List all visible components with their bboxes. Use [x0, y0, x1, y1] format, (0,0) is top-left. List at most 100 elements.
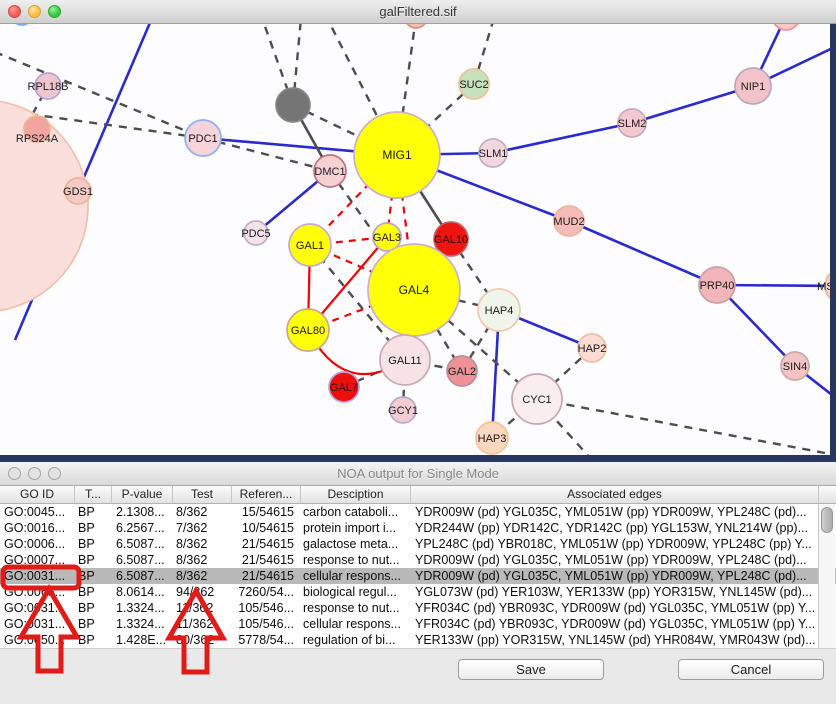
- cell-test: 11/362: [173, 616, 232, 632]
- network-canvas[interactable]: RPL18BRPS24AGDS1PDC1DMC1MIG1SUC2SLM1SLM2…: [0, 24, 836, 455]
- node-label-GCY1: GCY1: [388, 405, 418, 417]
- cell-description: cellular respons...: [301, 616, 411, 632]
- cell-type: BP: [75, 504, 112, 520]
- cell-test: 8/362: [173, 552, 232, 568]
- cell-go_id: GO:0006...: [0, 536, 75, 552]
- node-label-RPS24A: RPS24A: [16, 133, 59, 145]
- edge-SLM2-NIP1: [632, 86, 753, 123]
- edge-a1-GDS1: [78, 24, 152, 191]
- node-label-HAP4: HAP4: [485, 305, 514, 317]
- edge-SLM1-SLM2: [493, 123, 632, 153]
- cell-reference: 21/54615: [232, 552, 301, 568]
- node-label-GAL80: GAL80: [291, 325, 325, 337]
- header-scroll-corner: [819, 486, 836, 503]
- vertical-scrollbar[interactable]: [818, 504, 835, 648]
- node-label-PDC5: PDC5: [241, 228, 270, 240]
- node-label-SUC2: SUC2: [459, 79, 488, 91]
- network-window: galFiltered.sif RPL18BRPS24AGDS1PDC1DMC1…: [0, 0, 836, 460]
- cell-p_value: 1.3324...: [112, 600, 173, 616]
- cell-reference: 105/546...: [232, 616, 301, 632]
- cell-description: galactose meta...: [301, 536, 411, 552]
- cell-go_id: GO:0045...: [0, 504, 75, 520]
- column-header-associatededges[interactable]: Associated edges: [411, 486, 819, 503]
- node-label-DMC1: DMC1: [314, 166, 345, 178]
- cell-edges: YFR034C (pd) YBR093C, YDR009W (pd) YGL03…: [411, 600, 818, 616]
- cell-type: BP: [75, 584, 112, 600]
- node-label-SLM1: SLM1: [479, 148, 508, 160]
- table-row-9[interactable]: GO:0050...BP1.428E...80/3625778/54...reg…: [0, 632, 836, 648]
- cell-description: carbon cataboli...: [301, 504, 411, 520]
- cell-p_value: 6.5087...: [112, 536, 173, 552]
- cell-description: cellular respons...: [301, 568, 411, 584]
- cell-description: protein import i...: [301, 520, 411, 536]
- table-row-4[interactable]: GO:0007...BP6.5087...8/36221/54615respon…: [0, 552, 836, 568]
- window-title: galFiltered.sif: [0, 4, 836, 19]
- cell-reference: 7260/54...: [232, 584, 301, 600]
- table-row-8[interactable]: GO:0031...BP1.3324...11/362105/546...cel…: [0, 616, 836, 632]
- node-topmid[interactable]: [405, 24, 427, 28]
- table-row-5[interactable]: GO:0031...BP6.5087...8/36221/54615cellul…: [0, 568, 836, 584]
- save-button[interactable]: Save: [458, 659, 604, 680]
- cancel-button[interactable]: Cancel: [678, 659, 824, 680]
- column-header-goid[interactable]: GO ID: [0, 486, 75, 503]
- cell-type: BP: [75, 520, 112, 536]
- button-area: Save Cancel: [0, 648, 836, 704]
- cell-edges: YGL073W (pd) YER103W, YER133W (pp) YOR31…: [411, 584, 818, 600]
- table-row-1[interactable]: GO:0045...BP2.1308...8/36215/54615carbon…: [0, 504, 836, 520]
- cell-p_value: 6.5087...: [112, 552, 173, 568]
- table-body: GO:0045...BP2.1308...8/36215/54615carbon…: [0, 504, 836, 648]
- node-label-HAP3: HAP3: [478, 433, 507, 445]
- column-header-test[interactable]: Test: [173, 486, 232, 503]
- column-header-desciption[interactable]: Desciption: [301, 486, 411, 503]
- node-label-SIN4: SIN4: [783, 361, 807, 373]
- cell-p_value: 8.0614...: [112, 584, 173, 600]
- table-row-2[interactable]: GO:0016...BP6.2567...7/36210/54615protei…: [0, 520, 836, 536]
- cell-description: response to nut...: [301, 552, 411, 568]
- node-gray1[interactable]: [276, 88, 310, 122]
- column-header-t[interactable]: T...: [75, 486, 112, 503]
- cell-reference: 105/546...: [232, 600, 301, 616]
- cell-test: 8/362: [173, 568, 232, 584]
- cell-type: BP: [75, 568, 112, 584]
- cell-go_id: GO:0016...: [0, 520, 75, 536]
- cell-edges: YFR034C (pd) YBR093C, YDR009W (pd) YGL03…: [411, 616, 818, 632]
- node-label-GAL4: GAL4: [399, 283, 430, 297]
- cell-type: BP: [75, 616, 112, 632]
- node-label-HAP2: HAP2: [578, 343, 607, 355]
- cell-go_id: GO:0065...: [0, 584, 75, 600]
- node-label-GAL1: GAL1: [296, 240, 324, 252]
- column-header-pvalue[interactable]: P-value: [112, 486, 173, 503]
- cell-type: BP: [75, 600, 112, 616]
- node-topright[interactable]: [772, 24, 800, 30]
- window-title: NOA output for Single Mode: [0, 466, 836, 481]
- table-row-7[interactable]: GO:0031...BP1.3324...11/362105/546...res…: [0, 600, 836, 616]
- node-label-GAL3: GAL3: [373, 232, 401, 244]
- node-label-GAL11: GAL11: [388, 355, 421, 367]
- cell-edges: YDR009W (pd) YGL035C, YML051W (pp) YDR00…: [411, 568, 818, 584]
- column-header-referen[interactable]: Referen...: [232, 486, 301, 503]
- noa-output-window: NOA output for Single Mode GO IDT...P-va…: [0, 460, 836, 704]
- node-label-CYC1: CYC1: [522, 394, 551, 406]
- cell-type: BP: [75, 552, 112, 568]
- network-window-titlebar: galFiltered.sif: [0, 0, 836, 24]
- cell-reference: 15/54615: [232, 504, 301, 520]
- node-label-MUD2: MUD2: [553, 216, 584, 228]
- cell-reference: 21/54615: [232, 536, 301, 552]
- cell-test: 11/362: [173, 600, 232, 616]
- scrollbar-thumb[interactable]: [821, 507, 833, 533]
- cell-test: 8/362: [173, 504, 232, 520]
- cell-p_value: 6.2567...: [112, 520, 173, 536]
- node-label-PRP40: PRP40: [700, 280, 735, 292]
- table-row-3[interactable]: GO:0006...BP6.5087...8/36221/54615galact…: [0, 536, 836, 552]
- cell-edges: YDR009W (pd) YGL035C, YML051W (pp) YDR00…: [411, 552, 818, 568]
- table-header: GO IDT...P-valueTestReferen...Desciption…: [0, 486, 836, 504]
- cell-type: BP: [75, 536, 112, 552]
- table-row-6[interactable]: GO:0065...BP8.0614...94/3627260/54...bio…: [0, 584, 836, 600]
- edge-CYC1-a11: [537, 399, 836, 455]
- node-label-GAL10: GAL10: [434, 234, 468, 246]
- node-label-RPL18B: RPL18B: [28, 81, 69, 93]
- node-fragTL[interactable]: [11, 24, 33, 25]
- node-label-GAL2: GAL2: [448, 366, 476, 378]
- cell-test: 94/362: [173, 584, 232, 600]
- cell-edges: YPL248C (pd) YBR018C, YML051W (pp) YDR00…: [411, 536, 818, 552]
